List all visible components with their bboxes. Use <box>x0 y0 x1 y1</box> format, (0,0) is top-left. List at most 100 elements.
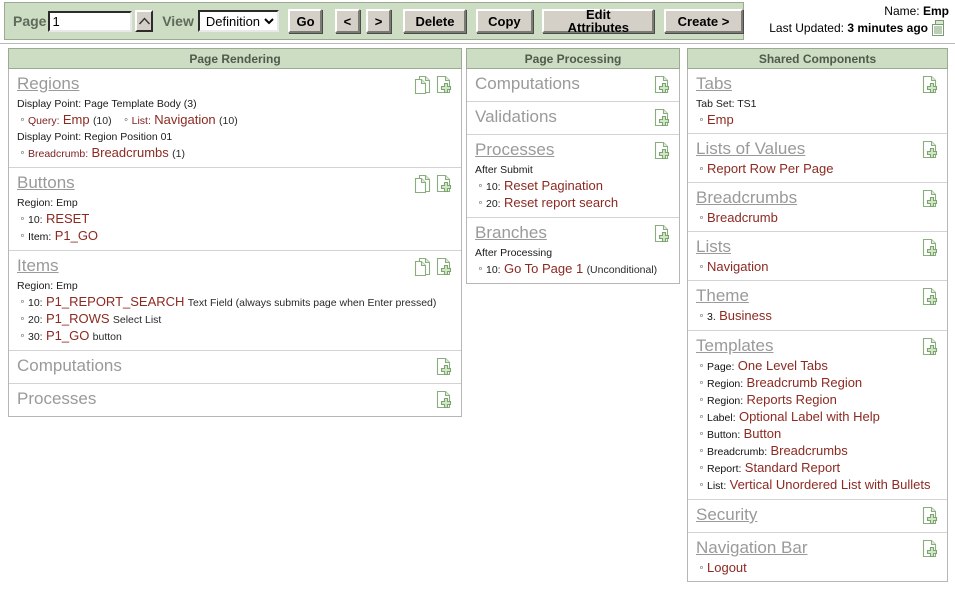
group-header: Display Point: Region Position 01 <box>17 130 453 144</box>
create-icon-button[interactable] <box>922 539 940 563</box>
item-link[interactable]: Report Row Per Page <box>707 161 833 176</box>
item-link[interactable]: Button <box>744 426 782 441</box>
panel-page-rendering: RegionsDisplay Point: Page Template Body… <box>8 69 462 417</box>
section-title-lists-of-values[interactable]: Lists of Values <box>696 139 805 159</box>
item-link[interactable]: Navigation <box>154 112 215 127</box>
copy-button[interactable]: Copy <box>476 9 533 33</box>
item-link[interactable]: Optional Label with Help <box>739 409 880 424</box>
create-icon-button[interactable] <box>654 75 672 99</box>
item-sequence: 30: <box>28 331 43 343</box>
create-icon-button[interactable] <box>922 75 940 99</box>
copy-icon-button[interactable] <box>414 174 431 198</box>
item-link[interactable]: Emp <box>707 112 734 127</box>
section-title-branches[interactable]: Branches <box>475 223 547 243</box>
section-title-regions[interactable]: Regions <box>17 74 79 94</box>
item-link[interactable]: Breadcrumbs <box>770 443 847 458</box>
section-title-theme[interactable]: Theme <box>696 286 749 306</box>
create-icon-button[interactable] <box>436 174 454 198</box>
create-icon-button[interactable] <box>922 337 940 361</box>
item-link[interactable]: P1_GO <box>46 328 89 343</box>
history-icon[interactable] <box>932 20 949 41</box>
item-link[interactable]: One Level Tabs <box>738 358 828 373</box>
section-icons-branches <box>654 224 672 248</box>
section-title-lists[interactable]: Lists <box>696 237 731 257</box>
column-header-page-rendering: Page Rendering <box>8 48 462 69</box>
create-icon-button[interactable] <box>654 108 672 132</box>
item-kind: Report: <box>707 463 741 475</box>
item-link[interactable]: Business <box>719 308 772 323</box>
item-link[interactable]: Vertical Unordered List with Bullets <box>730 477 931 492</box>
item-note: Select List <box>113 314 161 326</box>
create-icon-button[interactable] <box>922 140 940 164</box>
list-item: ◦Breadcrumb: Breadcrumbs (1) <box>17 145 453 162</box>
item-link[interactable]: Logout <box>707 560 747 575</box>
item-link[interactable]: Emp <box>63 112 90 127</box>
item-sequence: 20: <box>486 198 501 210</box>
section-title-security[interactable]: Security <box>696 505 757 525</box>
item-link[interactable]: Reset Pagination <box>504 178 603 193</box>
go-button[interactable]: Go <box>288 9 322 33</box>
create-icon-button[interactable] <box>436 75 454 99</box>
list-item: ◦Emp <box>696 112 939 128</box>
list-item: ◦10: Go To Page 1 (Unconditional) <box>475 261 671 278</box>
create-icon-button[interactable] <box>654 224 672 248</box>
section-icons-regions <box>414 75 454 99</box>
create-icon <box>436 390 454 409</box>
item-link[interactable]: Breadcrumb Region <box>747 375 863 390</box>
create-icon-button[interactable] <box>922 238 940 262</box>
item-kind: Breadcrumb: <box>707 446 767 458</box>
create-icon-button[interactable] <box>436 357 454 381</box>
list-bullet-icon: ◦ <box>17 228 28 244</box>
create-icon <box>922 75 940 94</box>
create-icon-button[interactable] <box>436 390 454 414</box>
section-icons-theme <box>922 287 940 311</box>
list-bullet-icon: ◦ <box>696 426 707 442</box>
section-title-buttons[interactable]: Buttons <box>17 173 75 193</box>
copy-icon-button[interactable] <box>414 75 431 99</box>
item-link[interactable]: Breadcrumb <box>707 210 778 225</box>
up-arrow-icon <box>138 16 151 27</box>
create-icon-button[interactable] <box>922 287 940 311</box>
section-title-tabs[interactable]: Tabs <box>696 74 732 94</box>
item-kind: Region: <box>707 378 743 390</box>
previous-page-button[interactable]: < <box>335 9 360 33</box>
copy-icon-button[interactable] <box>414 257 431 281</box>
section-title-templates[interactable]: Templates <box>696 336 773 356</box>
item-sequence: 20: <box>28 314 43 326</box>
item-link[interactable]: Reports Region <box>747 392 837 407</box>
meta-name-row: Name: Emp <box>749 3 949 20</box>
create-icon <box>436 257 454 276</box>
section-title-breadcrumbs[interactable]: Breadcrumbs <box>696 188 797 208</box>
section-title-processes-processing[interactable]: Processes <box>475 140 554 160</box>
create-icon-button[interactable] <box>922 189 940 213</box>
item-link[interactable]: P1_GO <box>55 228 98 243</box>
item-sequence: 10: <box>486 264 501 276</box>
item-link[interactable]: Navigation <box>707 259 768 274</box>
list-bullet-icon: ◦ <box>696 443 707 459</box>
item-link[interactable]: Go To Page 1 <box>504 261 583 276</box>
item-kind: Region: <box>707 395 743 407</box>
item-kind: Query: <box>28 115 60 127</box>
delete-button[interactable]: Delete <box>403 9 466 33</box>
create-icon-button[interactable] <box>922 506 940 530</box>
view-select[interactable]: Definition <box>198 10 279 32</box>
list-item: ◦List: Vertical Unordered List with Bull… <box>696 477 939 494</box>
item-link[interactable]: Breadcrumbs <box>91 145 168 160</box>
section-regions: RegionsDisplay Point: Page Template Body… <box>9 69 461 168</box>
section-title-navigation-bar[interactable]: Navigation Bar <box>696 538 808 558</box>
item-link[interactable]: Standard Report <box>745 460 840 475</box>
list-item: ◦Page: One Level Tabs <box>696 358 939 375</box>
section-title-items[interactable]: Items <box>17 256 59 276</box>
edit-attributes-button[interactable]: Edit Attributes <box>542 9 654 33</box>
page-input[interactable] <box>48 11 132 32</box>
page-lov-button[interactable] <box>135 10 152 32</box>
item-link[interactable]: RESET <box>46 211 89 226</box>
next-page-button[interactable]: > <box>366 9 391 33</box>
item-link[interactable]: Reset report search <box>504 195 618 210</box>
item-link[interactable]: P1_ROWS <box>46 311 110 326</box>
create-icon-button[interactable] <box>436 257 454 281</box>
item-link[interactable]: P1_REPORT_SEARCH <box>46 294 184 309</box>
section-icons-items <box>414 257 454 281</box>
create-icon-button[interactable] <box>654 141 672 165</box>
create-button[interactable]: Create > <box>664 9 743 33</box>
